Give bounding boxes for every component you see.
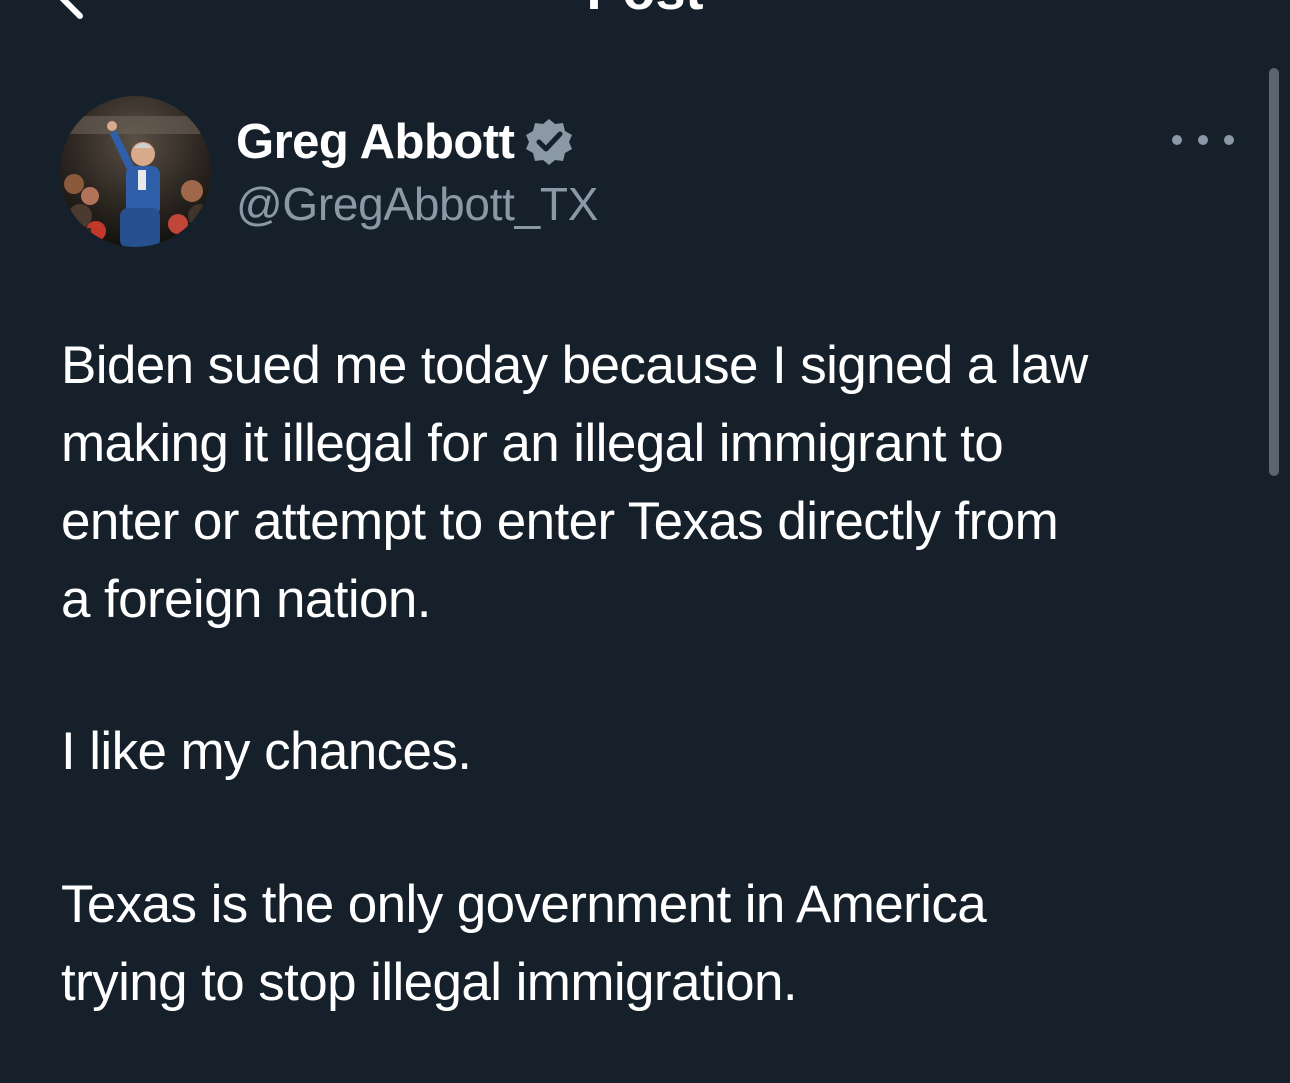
post-text-line: Texas is the only government in America [61,875,987,934]
page-title: Post [0,0,1290,18]
author-name-row[interactable]: Greg Abbott [236,112,574,172]
post-paragraph: Texas is the only government in America … [61,866,1221,1022]
scrollbar-thumb[interactable] [1269,68,1279,476]
author-handle[interactable]: @GregAbbott_TX [236,174,598,234]
author-name[interactable]: Greg Abbott [236,114,515,170]
verified-badge-icon[interactable] [524,117,574,167]
post-text-line: trying to stop illegal immigration. [61,953,798,1012]
post-text-line: Biden sued me today because I signed a l… [61,336,1088,395]
post-text-line: making it illegal for an illegal immigra… [61,414,1004,473]
avatar[interactable] [60,96,211,247]
post-paragraph: I like my chances. [61,713,1221,791]
post-text-line: a foreign nation. [61,570,432,629]
more-options-button[interactable] [1172,120,1234,160]
more-horizontal-icon-dot [1198,135,1208,145]
more-horizontal-icon [1172,135,1182,145]
post-text-line: I like my chances. [61,722,472,781]
post-paragraph: Biden sued me today because I signed a l… [61,327,1221,639]
author-avatar-image [60,96,211,247]
more-horizontal-icon-dot [1224,135,1234,145]
top-bar: Post [0,0,1290,20]
post-screen: Post [0,0,1290,1083]
post-text-line: enter or attempt to enter Texas directly… [61,492,1059,551]
